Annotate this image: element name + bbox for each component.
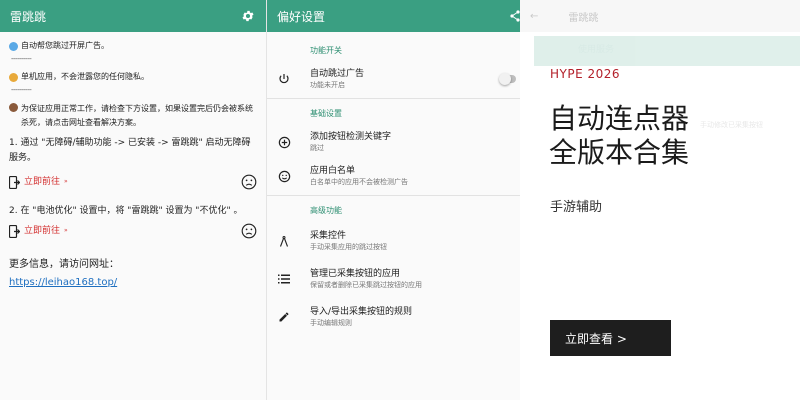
pref-auto-skip-ads[interactable]: 自动跳过广告 功能未开启 xyxy=(267,62,520,96)
preferences-screen: 偏好设置 功能开关 自动跳过广告 功能未开启 基础设置 添加按钮检测关键字 跳过… xyxy=(267,0,520,400)
pref-import-export-rules[interactable]: 导入/导出采集按钮的规则 手动编辑规则 xyxy=(267,298,520,336)
screen-title: 偏好设置 xyxy=(277,9,326,24)
website-link[interactable]: https://leihao168.top/ xyxy=(9,277,257,289)
section-header-basic: 基础设置 xyxy=(310,109,342,118)
auto-skip-toggle[interactable] xyxy=(499,73,516,85)
sad-face-icon xyxy=(241,223,257,239)
go-now-link[interactable]: 立即前往 » xyxy=(9,175,68,189)
intro-section: 自动帮您跳过开屏广告。 ---------- 单机应用，不会泄露您的任何隐私。 … xyxy=(0,32,266,289)
pref-whitelist[interactable]: 应用白名单 白名单中的应用不会被检测广告 xyxy=(267,159,520,193)
ad-background-title: 雷跳跳 xyxy=(568,12,599,24)
step-action-row: 立即前往 » xyxy=(9,174,257,190)
ad-view-now-button[interactable]: 立即查看 > xyxy=(550,320,671,356)
pref-subtitle: 白名单中的应用不会被检测广告 xyxy=(310,178,408,186)
note-item: 单机应用，不会泄露您的任何隐私。 xyxy=(9,71,257,83)
phone-link-icon xyxy=(9,224,20,238)
mug-emoji-icon xyxy=(9,103,18,112)
note-item: 自动帮您跳过开屏广告。 xyxy=(9,40,257,52)
note-item: 为保证应用正常工作，请检查下方设置，如果设置完后仍会被系统杀死，请点击网址查看解… xyxy=(9,102,257,130)
ad-background-bar: ← 雷跳跳 xyxy=(520,0,800,32)
separator: ---------- xyxy=(11,86,32,94)
separator: ---------- xyxy=(11,55,32,63)
pref-subtitle: 功能未开启 xyxy=(310,81,345,89)
ad-headline: 自动连点器 全版本合集 xyxy=(549,102,789,170)
sad-face-icon xyxy=(241,174,257,190)
cloud-emoji-icon xyxy=(9,41,18,51)
pref-title: 采集控件 xyxy=(310,231,347,241)
pref-manage-collected[interactable]: 管理已采集按钮的应用 保留或者删除已采集跳过按钮的应用 xyxy=(267,260,520,298)
list-icon xyxy=(277,272,291,286)
app-bar: 雷跳跳 xyxy=(0,0,266,32)
step-battery: 2. 在 "电池优化" 设置中，将 "雷跳跳" 设置为 "不优化" 。 xyxy=(9,206,243,216)
pref-subtitle: 手动采集应用的跳过按钮 xyxy=(310,243,387,251)
go-now-label: 立即前往 xyxy=(24,177,61,187)
note-text: 单机应用，不会泄露您的任何隐私。 xyxy=(21,72,149,81)
app-title: 雷跳跳 xyxy=(10,9,47,24)
back-arrow-icon: ← xyxy=(530,10,539,22)
note-text: 为保证应用正常工作，请检查下方设置，如果设置完后仍会被系统杀死，请点击网址查看解… xyxy=(21,104,253,127)
more-info-text: 更多信息，请访问网址： xyxy=(9,259,119,270)
compass-icon xyxy=(277,234,291,248)
pref-subtitle: 手动编辑规则 xyxy=(310,319,352,327)
section-header-switches: 功能开关 xyxy=(310,46,342,55)
arrows-icon: » xyxy=(64,227,68,234)
add-circle-icon xyxy=(277,135,291,149)
ad-overlay: ← 雷跳跳 使用服务 手动修改已采集按钮 HYPE 2026 自动连点器 全版本… xyxy=(520,0,800,400)
ad-subtitle: 手游辅助 xyxy=(550,200,603,215)
section-header-advanced: 高级功能 xyxy=(310,206,342,215)
pref-title: 导入/导出采集按钮的规则 xyxy=(310,307,413,317)
go-now-label: 立即前往 xyxy=(24,226,61,236)
sun-emoji-icon xyxy=(9,72,18,82)
note-text: 自动帮您跳过开屏广告。 xyxy=(21,41,109,50)
pref-subtitle: 保留或者删除已采集跳过按钮的应用 xyxy=(310,281,422,289)
smiley-icon xyxy=(277,169,291,183)
divider xyxy=(267,195,520,196)
pref-title: 管理已采集按钮的应用 xyxy=(310,269,401,279)
ad-background-row-label: 使用服务 xyxy=(578,45,615,55)
app-bar: 偏好设置 xyxy=(267,0,520,32)
divider xyxy=(267,98,520,99)
pref-add-keyword[interactable]: 添加按钮检测关键字 跳过 xyxy=(267,125,520,159)
share-icon[interactable] xyxy=(510,10,520,22)
pref-title: 自动跳过广告 xyxy=(310,69,365,79)
ad-kicker: HYPE 2026 xyxy=(550,67,621,81)
gear-icon[interactable] xyxy=(240,8,256,24)
pref-title: 应用白名单 xyxy=(310,166,356,176)
arrows-icon: » xyxy=(64,178,68,185)
pref-collect-controls[interactable]: 采集控件 手动采集应用的跳过按钮 xyxy=(267,222,520,260)
pref-subtitle: 跳过 xyxy=(310,144,324,152)
pref-title: 添加按钮检测关键字 xyxy=(310,132,392,142)
ad-headline-line-2: 全版本合集 xyxy=(549,136,690,169)
step-accessibility: 1. 通过 "无障碍/辅助功能 -> 已安装 -> 雷跳跳" 启动无障碍服务。 xyxy=(9,138,251,163)
ad-background-band: 使用服务 xyxy=(534,36,800,66)
main-screen: 雷跳跳 自动帮您跳过开屏广告。 ---------- 单机应用，不会泄露您的任何… xyxy=(0,0,267,400)
edit-icon xyxy=(277,310,291,324)
go-now-link[interactable]: 立即前往 » xyxy=(9,224,68,238)
power-icon xyxy=(277,72,291,86)
step-action-row: 立即前往 » xyxy=(9,223,257,239)
ad-headline-line-1: 自动连点器 xyxy=(549,102,690,135)
phone-link-icon xyxy=(9,175,20,189)
